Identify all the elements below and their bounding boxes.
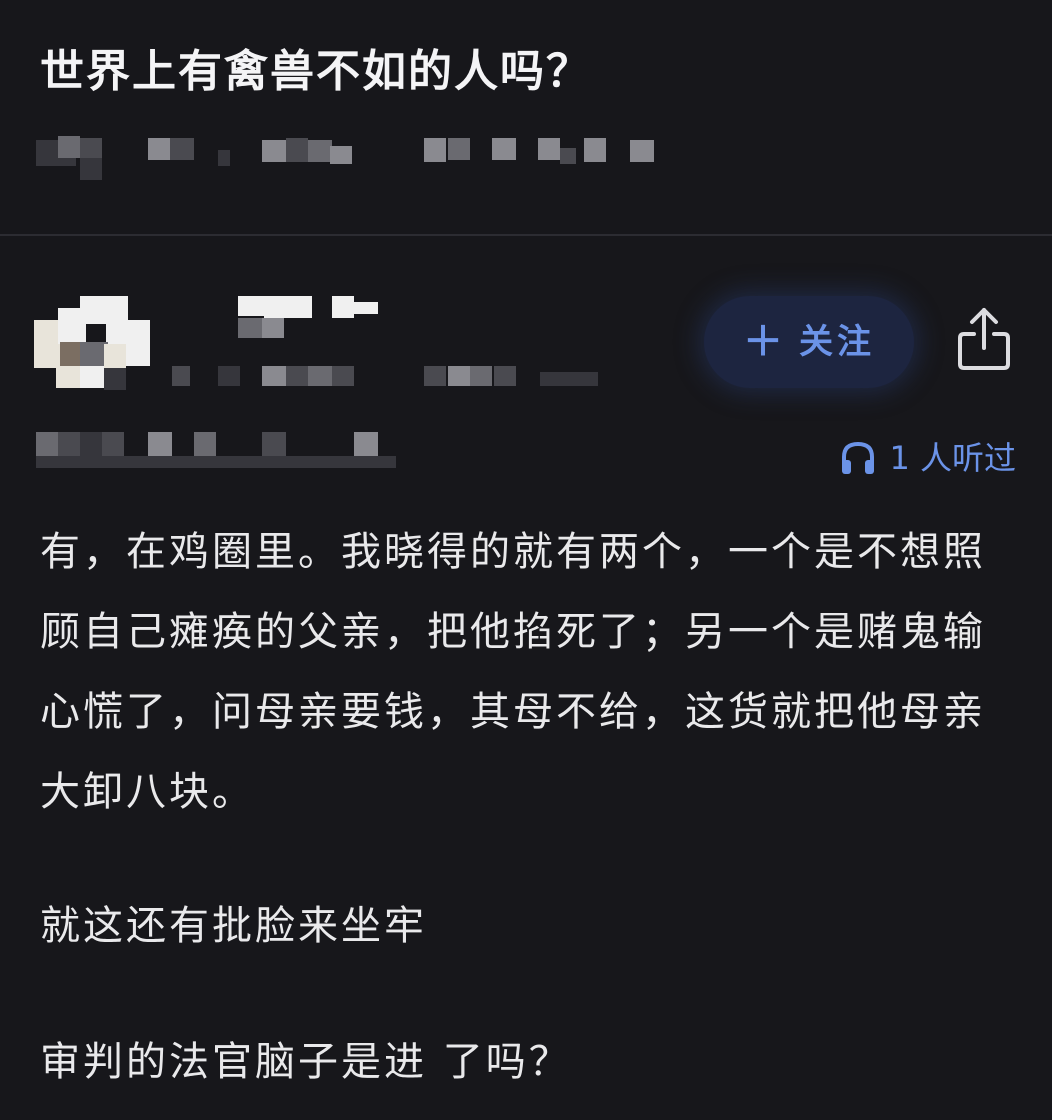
plus-icon: ＋ xyxy=(743,320,783,364)
question-header: 世界上有禽兽不如的人吗？ xyxy=(0,0,1052,234)
avatar[interactable] xyxy=(34,296,150,392)
section-divider xyxy=(0,234,1052,236)
answer-paragraph: 审判的法官脑子是进 了吗？ xyxy=(40,1039,572,1085)
follow-button[interactable]: ＋ 关注 xyxy=(704,296,914,388)
answer-paragraph: 有，在鸡圈里。我晓得的就有两个，一个是不想照顾自己瘫痪的父亲，把他掐死了；另一个… xyxy=(40,529,986,815)
question-title[interactable]: 世界上有禽兽不如的人吗？ xyxy=(40,40,592,104)
follow-label: 关注 xyxy=(799,323,875,361)
answer-paragraph: 就这还有批脸来坐牢 xyxy=(40,903,427,949)
answer-body: 有，在鸡圈里。我晓得的就有两个，一个是不想照顾自己瘫痪的父亲，把他掐死了；另一个… xyxy=(40,512,1012,1102)
headphone-icon xyxy=(842,441,875,474)
listened-count-text: 1 人听过 xyxy=(889,439,1016,477)
share-icon[interactable] xyxy=(954,304,1014,372)
listened-count[interactable]: 1 人听过 xyxy=(839,436,1016,480)
